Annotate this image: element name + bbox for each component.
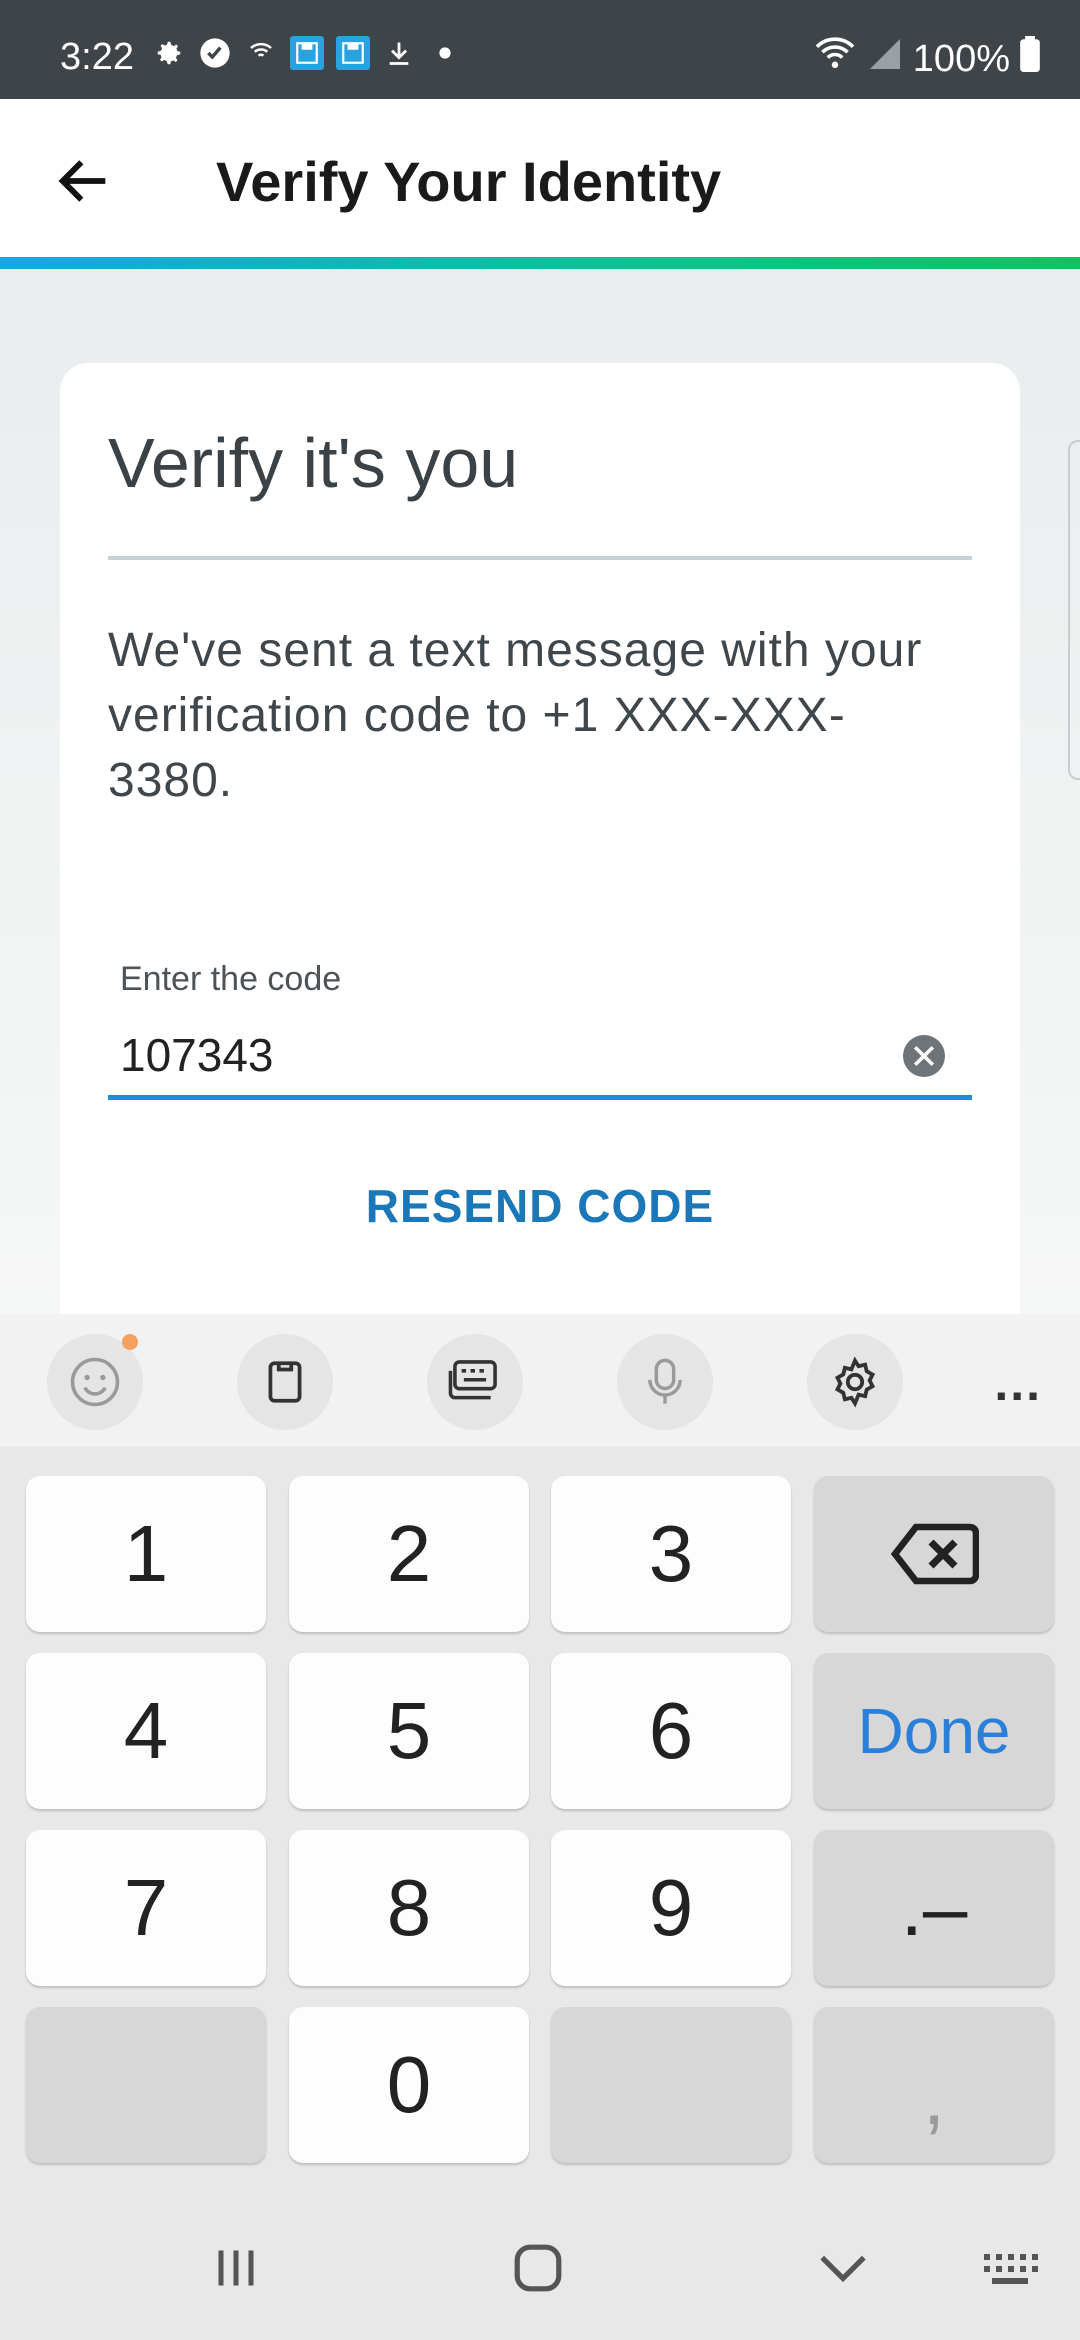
chevron-down-icon bbox=[820, 2255, 866, 2283]
key-blank-left bbox=[26, 2007, 266, 2163]
keyboard-mode-button[interactable] bbox=[427, 1334, 523, 1430]
status-right: 100% bbox=[813, 36, 1040, 82]
code-input[interactable]: 107343 bbox=[120, 1028, 274, 1082]
battery-icon bbox=[1020, 36, 1040, 82]
close-icon bbox=[913, 1045, 935, 1067]
voice-input-button[interactable] bbox=[617, 1334, 713, 1430]
recent-apps-button[interactable] bbox=[196, 2236, 276, 2300]
keyboard-icon bbox=[984, 2254, 1038, 2284]
clipboard-button[interactable] bbox=[237, 1334, 333, 1430]
emoji-icon bbox=[70, 1357, 120, 1407]
code-input-underline bbox=[108, 1095, 972, 1100]
card-title: Verify it's you bbox=[108, 424, 519, 502]
clipboard-icon bbox=[268, 1361, 302, 1403]
verify-card: Verify it's you We've sent a text messag… bbox=[60, 363, 1020, 1323]
key-blank-right bbox=[551, 2007, 791, 2163]
wifi-icon bbox=[813, 36, 857, 82]
key-0[interactable]: 0 bbox=[289, 2007, 529, 2163]
page-title: Verify Your Identity bbox=[216, 150, 722, 213]
key-7[interactable]: 7 bbox=[26, 1830, 266, 1986]
resend-code-button[interactable]: RESEND CODE bbox=[60, 1179, 1020, 1233]
home-icon bbox=[514, 2244, 562, 2292]
status-time: 3:22 bbox=[60, 36, 134, 78]
key-2[interactable]: 2 bbox=[289, 1476, 529, 1632]
key-6[interactable]: 6 bbox=[551, 1653, 791, 1809]
header-accent-bar bbox=[0, 257, 1080, 269]
home-button[interactable] bbox=[498, 2236, 578, 2300]
status-icons bbox=[152, 36, 462, 70]
save-icon bbox=[290, 36, 324, 70]
keyboard-toolbar: ... bbox=[0, 1314, 1080, 1446]
key-3[interactable]: 3 bbox=[551, 1476, 791, 1632]
check-circle-icon bbox=[198, 36, 232, 70]
keyboard-switch-button[interactable] bbox=[970, 2236, 1050, 2300]
key-1[interactable]: 1 bbox=[26, 1476, 266, 1632]
key-5[interactable]: 5 bbox=[289, 1653, 529, 1809]
hide-keyboard-button[interactable] bbox=[803, 2236, 883, 2300]
verification-message: We've sent a text message with your veri… bbox=[108, 624, 923, 807]
scroll-indicator bbox=[1068, 440, 1080, 780]
key-done[interactable]: Done bbox=[814, 1653, 1054, 1809]
save-icon bbox=[336, 36, 370, 70]
clear-input-button[interactable] bbox=[903, 1035, 945, 1077]
code-field-label: Enter the code bbox=[120, 960, 342, 998]
key-symbol[interactable]: .– bbox=[814, 1830, 1054, 1986]
wifi-call-icon bbox=[244, 36, 278, 70]
arrow-left-icon bbox=[58, 160, 106, 202]
key-8[interactable]: 8 bbox=[289, 1830, 529, 1986]
battery-percent: 100% bbox=[912, 37, 1010, 80]
signal-icon bbox=[867, 36, 903, 82]
settings-icon bbox=[834, 1356, 876, 1408]
backspace-icon bbox=[890, 1523, 979, 1585]
keyboard-settings-button[interactable] bbox=[807, 1334, 903, 1430]
numeric-keyboard: 1 2 3 4 5 6 Done 7 8 9 .– 0 , bbox=[0, 1446, 1080, 2196]
back-button[interactable] bbox=[52, 149, 116, 213]
more-options-button[interactable]: ... bbox=[994, 1354, 1042, 1412]
dot-icon bbox=[428, 36, 462, 70]
key-backspace[interactable] bbox=[814, 1476, 1054, 1632]
gear-icon bbox=[152, 36, 186, 70]
notification-dot bbox=[122, 1334, 138, 1350]
download-icon bbox=[382, 36, 416, 70]
divider bbox=[108, 556, 972, 560]
key-9[interactable]: 9 bbox=[551, 1830, 791, 1986]
microphone-icon bbox=[648, 1358, 682, 1404]
recents-icon bbox=[218, 2250, 254, 2286]
keyboard-icon bbox=[448, 1360, 497, 1400]
app-bar: Verify Your Identity bbox=[0, 99, 1080, 257]
system-nav-bar bbox=[0, 2196, 1080, 2340]
key-comma[interactable]: , bbox=[814, 2007, 1054, 2163]
status-bar: 3:22 100% bbox=[0, 0, 1080, 99]
key-4[interactable]: 4 bbox=[26, 1653, 266, 1809]
